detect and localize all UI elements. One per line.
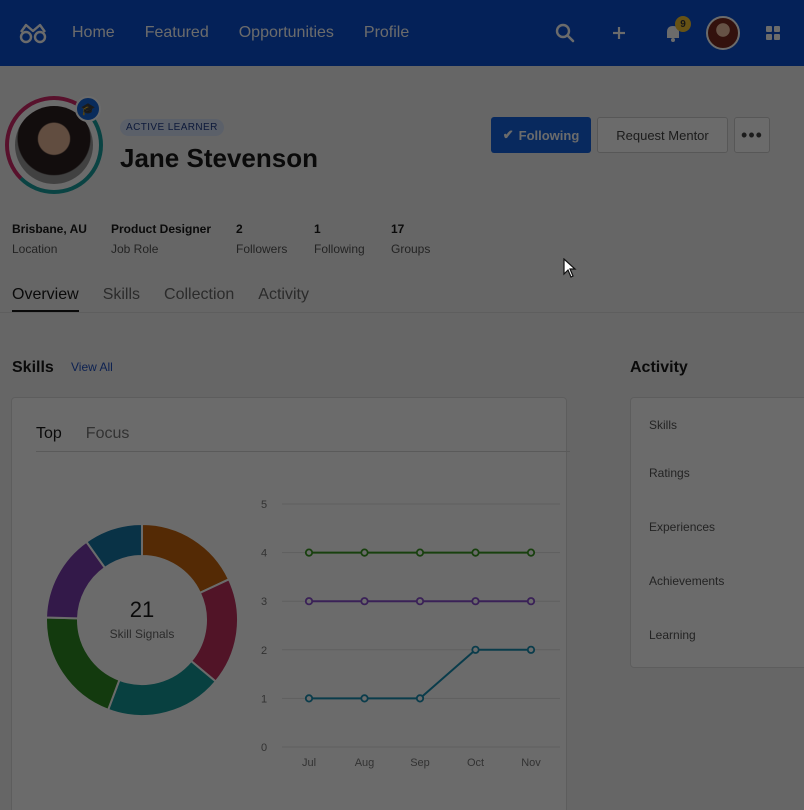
data-point (360, 597, 369, 606)
activity-item-skills[interactable]: Skills (649, 418, 677, 432)
stat-location: Brisbane, AU Location (12, 222, 87, 256)
status-badge: ACTIVE LEARNER (120, 119, 224, 136)
view-all-link[interactable]: View All (71, 360, 113, 374)
y-tick-label: 2 (261, 645, 267, 657)
page: Home Featured Opportunities Profile 9 🎓 … (0, 0, 804, 810)
tab-skills[interactable]: Skills (103, 286, 140, 312)
tabs-divider (0, 312, 804, 313)
donut-slice-0 (141, 522, 231, 595)
request-mentor-button[interactable]: Request Mentor (597, 117, 728, 153)
activity-item-experiences[interactable]: Experiences (649, 520, 715, 534)
series-line-2 (309, 648, 531, 700)
grid-icon[interactable] (762, 22, 784, 44)
following-button[interactable]: ✔ Following (491, 117, 591, 153)
y-tick-label: 5 (261, 499, 267, 511)
skills-tabs-divider (36, 451, 570, 452)
skills-tabs: Top Focus (36, 425, 129, 443)
y-tick-label: 0 (261, 742, 267, 754)
nav-featured[interactable]: Featured (145, 24, 209, 42)
x-tick-label: Jul (302, 757, 316, 769)
x-tick-label: Sep (410, 757, 430, 769)
tab-collection[interactable]: Collection (164, 286, 234, 312)
plus-icon[interactable] (608, 22, 630, 44)
x-tick-label: Aug (355, 757, 375, 769)
user-avatar[interactable] (706, 16, 740, 50)
data-point (471, 597, 480, 606)
y-tick-label: 3 (261, 596, 267, 608)
data-point (526, 645, 536, 654)
mouse-cursor-icon (563, 258, 577, 278)
activity-item-learning[interactable]: Learning (649, 628, 696, 642)
tab-activity[interactable]: Activity (258, 286, 309, 312)
graduation-cap-icon: 🎓 (75, 96, 101, 122)
following-button-label: Following (518, 127, 580, 143)
skill-signals-count: 21 (129, 597, 155, 622)
stat-job-role: Product Designer Job Role (111, 222, 212, 256)
page-title: Jane Stevenson (120, 143, 318, 173)
tab-overview[interactable]: Overview (12, 286, 79, 312)
more-options-button[interactable]: ••• (734, 117, 770, 153)
data-point (415, 548, 425, 557)
notification-badge: 9 (675, 16, 691, 32)
data-point (360, 694, 369, 703)
nav-opportunities[interactable]: Opportunities (239, 24, 334, 42)
data-point (415, 597, 425, 606)
nav-profile[interactable]: Profile (364, 24, 409, 42)
skill-signals-label: Skill Signals (109, 627, 175, 641)
activity-section-title: Activity (630, 359, 688, 376)
stat-followers[interactable]: 2 Followers (236, 222, 287, 256)
data-point (304, 694, 314, 703)
x-tick-label: Oct (467, 757, 484, 769)
data-point (304, 548, 314, 557)
stat-following[interactable]: 1 Following (314, 222, 365, 256)
donut-slice-2 (106, 659, 218, 717)
top-nav: Home Featured Opportunities Profile 9 (0, 0, 804, 66)
y-tick-label: 1 (261, 693, 267, 705)
skills-line-chart: 0 1 2 3 4 5 Jul Aug Sep Oct Nov (261, 499, 560, 769)
data-point (415, 694, 425, 703)
data-point (304, 597, 314, 606)
x-tick-label: Nov (521, 757, 541, 769)
nav-home[interactable]: Home (72, 24, 115, 42)
stat-groups[interactable]: 17 Groups (391, 222, 430, 256)
donut-center: 21 Skill Signals (92, 597, 192, 641)
tab-focus[interactable]: Focus (86, 425, 130, 443)
activity-item-ratings[interactable]: Ratings (649, 466, 690, 480)
check-icon: ✔ (502, 127, 514, 142)
tab-top[interactable]: Top (36, 425, 62, 443)
search-icon[interactable] (554, 22, 576, 44)
y-tick-label: 4 (261, 548, 267, 560)
data-point (526, 597, 536, 606)
data-point (471, 645, 480, 654)
activity-item-achievements[interactable]: Achievements (649, 574, 724, 588)
data-point (360, 548, 369, 557)
logo-icon[interactable] (18, 22, 48, 44)
profile-tabs: Overview Skills Collection Activity (12, 286, 309, 312)
skills-section-title: Skills (12, 359, 54, 376)
data-point (471, 548, 480, 557)
data-point (526, 548, 536, 557)
